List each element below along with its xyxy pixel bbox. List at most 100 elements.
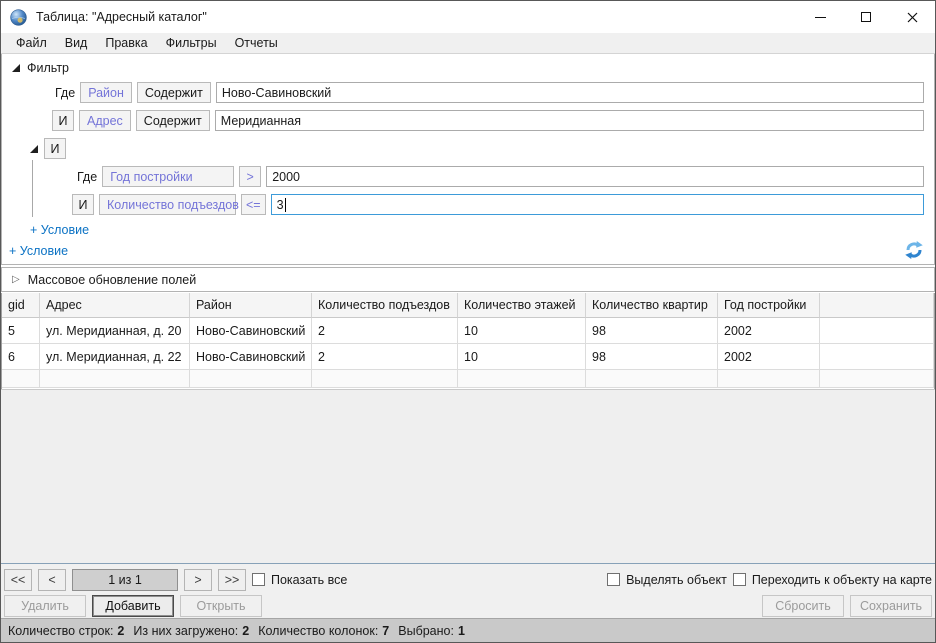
cell-etazhi[interactable]: 10 (458, 318, 586, 344)
cell-podezdy[interactable]: 2 (312, 318, 458, 344)
menu-edit[interactable]: Правка (96, 34, 156, 52)
save-button[interactable]: Сохранить (850, 595, 932, 617)
loaded-count-value: 2 (242, 624, 249, 638)
column-header-empty (820, 293, 934, 318)
filter-value-text: Ново-Савиновский (222, 86, 331, 100)
group-and-operator-button[interactable]: И (44, 138, 66, 159)
loaded-count: Из них загружено:2 (133, 624, 249, 638)
refresh-icon (904, 240, 924, 260)
expander-collapsed-icon: ▷ (12, 275, 20, 285)
grid-empty-area (1, 389, 935, 563)
first-page-button[interactable]: << (4, 569, 32, 591)
globe-icon (10, 9, 27, 26)
show-all-label: Показать все (271, 573, 347, 587)
menu-reports[interactable]: Отчеты (226, 34, 287, 52)
column-header-podezdy[interactable]: Количество подъездов (312, 293, 458, 318)
minimize-button[interactable] (797, 1, 843, 33)
app-window: Таблица: "Адресный каталог" Файл Вид Пра… (0, 0, 936, 643)
column-header-kvartiry[interactable]: Количество квартир (586, 293, 718, 318)
mass-update-expander[interactable]: ▷ Массовое обновление полей (1, 267, 935, 292)
page-indicator: 1 из 1 (72, 569, 178, 591)
goto-object-checkbox[interactable] (733, 573, 746, 586)
filter-title: Фильтр (27, 61, 69, 75)
field-select-kolichestvo-podezdov[interactable]: Количество подъездов (99, 194, 236, 215)
column-header-etazhi[interactable]: Количество этажей (458, 293, 586, 318)
menu-file[interactable]: Файл (7, 34, 56, 52)
cell-etazhi[interactable]: 10 (458, 344, 586, 370)
group-tree-line (32, 160, 33, 217)
close-button[interactable] (889, 1, 935, 33)
filter-group: И Где Год постройки > 2000 И Количество … (2, 138, 934, 238)
apply-filter-refresh-button[interactable] (904, 240, 924, 260)
highlight-object-checkbox[interactable] (607, 573, 620, 586)
cell-adres[interactable]: ул. Меридианная, д. 20 (40, 318, 190, 344)
cell-god[interactable]: 2002 (718, 318, 820, 344)
add-button[interactable]: Добавить (92, 595, 174, 617)
filter-group-row-2: И Количество подъездов <= 3 (2, 194, 924, 215)
operator-select-less-equal[interactable]: <= (241, 194, 266, 215)
cell-kvartiry[interactable]: 98 (586, 318, 718, 344)
filter-row-1: Где Район Содержит Ново-Савиновский (2, 82, 924, 103)
and-operator-button-1[interactable]: И (52, 110, 74, 131)
open-button[interactable]: Открыть (180, 595, 262, 617)
add-condition-link-outer[interactable]: + Условие (9, 243, 68, 259)
filter-value-text: Меридианная (221, 114, 301, 128)
reset-button[interactable]: Сбросить (762, 595, 844, 617)
status-bar: Количество строк:2 Из них загружено:2 Ко… (1, 618, 935, 642)
cell-god[interactable]: 2002 (718, 344, 820, 370)
table-row[interactable]: 5 ул. Меридианная, д. 20 Ново-Савиновски… (2, 318, 934, 344)
window-title: Таблица: "Адресный каталог" (36, 10, 797, 24)
cell-kvartiry[interactable]: 98 (586, 344, 718, 370)
show-all-checkbox[interactable] (252, 573, 265, 586)
operator-select-contains-1[interactable]: Содержит (137, 82, 211, 103)
cell-gid[interactable]: 5 (2, 318, 40, 344)
delete-button[interactable]: Удалить (4, 595, 86, 617)
group-expander-expanded-icon[interactable] (30, 145, 38, 153)
menu-filters[interactable]: Фильтры (157, 34, 226, 52)
cell-podezdy[interactable]: 2 (312, 344, 458, 370)
window-controls (797, 1, 935, 33)
column-header-rayon[interactable]: Район (190, 293, 312, 318)
and-operator-button-2[interactable]: И (72, 194, 94, 215)
table-row[interactable]: 6 ул. Меридианная, д. 22 Ново-Савиновски… (2, 344, 934, 370)
close-icon (907, 12, 918, 23)
filter-group-header: И (2, 138, 924, 159)
filter-value-input-podezdy[interactable]: 3 (271, 194, 924, 215)
column-header-adres[interactable]: Адрес (40, 293, 190, 318)
selected-count-value: 1 (458, 624, 465, 638)
goto-object-option[interactable]: Переходить к объекту на карте (733, 573, 932, 587)
cell-rayon[interactable]: Ново-Савиновский (190, 344, 312, 370)
minimize-icon (815, 17, 826, 18)
filter-expander[interactable]: Фильтр (2, 59, 934, 76)
operator-select-greater[interactable]: > (239, 166, 261, 187)
cell-empty (458, 370, 586, 388)
filter-value-text: 2000 (272, 170, 300, 184)
where-label: Где (55, 86, 75, 100)
show-all-option[interactable]: Показать все (252, 573, 347, 587)
filter-value-text: 3 (277, 198, 284, 212)
filter-value-input-rayon[interactable]: Ново-Савиновский (216, 82, 924, 103)
maximize-button[interactable] (843, 1, 889, 33)
last-page-button[interactable]: >> (218, 569, 246, 591)
field-select-adres[interactable]: Адрес (79, 110, 131, 131)
add-condition-link-inner[interactable]: + Условие (30, 222, 89, 238)
cell-rayon[interactable]: Ново-Савиновский (190, 318, 312, 344)
expander-expanded-icon (12, 64, 20, 72)
highlight-object-option[interactable]: Выделять объект (607, 573, 727, 587)
filter-value-input-god[interactable]: 2000 (266, 166, 924, 187)
prev-page-button[interactable]: < (38, 569, 66, 591)
menu-view[interactable]: Вид (56, 34, 97, 52)
column-header-god[interactable]: Год постройки (718, 293, 820, 318)
cell-gid[interactable]: 6 (2, 344, 40, 370)
field-select-god-postroyki[interactable]: Год постройки (102, 166, 234, 187)
filter-value-input-adres[interactable]: Меридианная (215, 110, 924, 131)
rows-count: Количество строк:2 (8, 624, 124, 638)
field-select-rayon[interactable]: Район (80, 82, 132, 103)
table-new-row[interactable] (2, 370, 934, 388)
next-page-button[interactable]: > (184, 569, 212, 591)
column-header-gid[interactable]: gid (2, 293, 40, 318)
cell-empty (2, 370, 40, 388)
cell-empty (820, 370, 934, 388)
cell-adres[interactable]: ул. Меридианная, д. 22 (40, 344, 190, 370)
operator-select-contains-2[interactable]: Содержит (136, 110, 210, 131)
